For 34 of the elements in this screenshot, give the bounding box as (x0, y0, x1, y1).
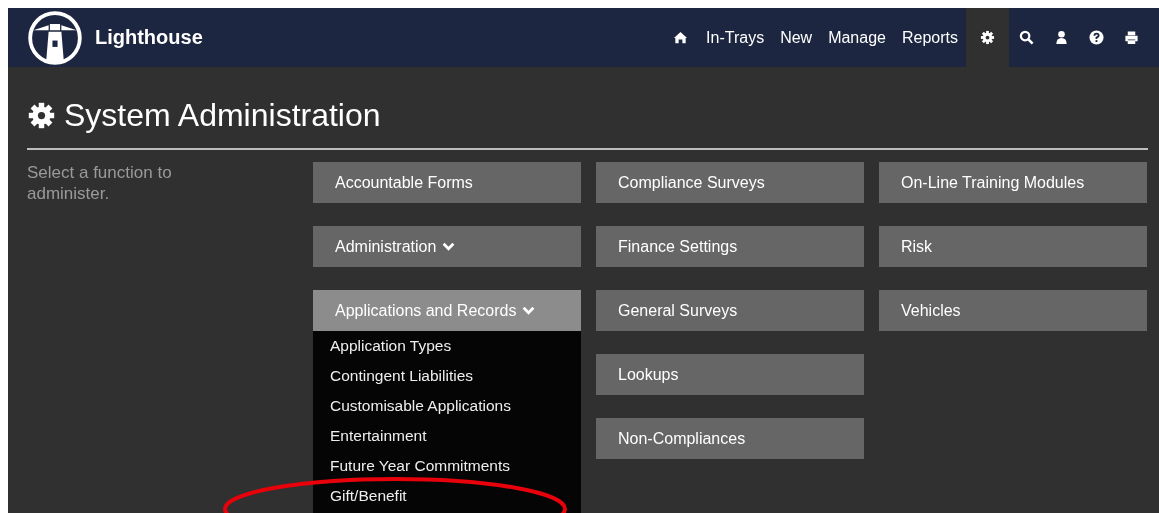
function-tile[interactable]: General Surveys (596, 290, 864, 331)
nav-link[interactable]: In-Trays (698, 8, 773, 67)
printer-icon (1124, 30, 1139, 45)
dropdown-tile[interactable]: Applications and Records (313, 290, 581, 331)
menu-item[interactable]: Contingent Liabilities (313, 365, 581, 395)
function-tile[interactable]: Vehicles (879, 290, 1147, 331)
nav-link[interactable]: Reports (893, 8, 966, 67)
function-tile[interactable]: Lookups (596, 354, 864, 395)
menu-item[interactable]: Gift/Benefit (313, 485, 581, 513)
function-tile[interactable]: Accountable Forms (313, 162, 581, 203)
intro-text: Select a function to administer. (27, 162, 173, 205)
settings-icon (980, 30, 995, 45)
help-icon (1089, 30, 1104, 45)
brand-name: Lighthouse (95, 26, 203, 49)
function-tile[interactable]: Finance Settings (596, 226, 864, 267)
function-tile[interactable]: On-Line Training Modules (879, 162, 1147, 203)
dropdown-tile[interactable]: Administration (313, 226, 581, 267)
menu-item[interactable]: Application Types (313, 335, 581, 365)
caret-icon (442, 242, 456, 251)
settings-icon (27, 101, 56, 130)
gear-nav-button[interactable] (966, 8, 1009, 67)
menu-item[interactable]: Entertainment (313, 425, 581, 455)
search-icon (1019, 30, 1034, 45)
nav-link[interactable]: Manage (820, 8, 894, 67)
menu-item[interactable]: Future Year Commitments (313, 455, 581, 485)
function-tile[interactable]: Compliance Surveys (596, 162, 864, 203)
user-icon (1054, 30, 1069, 45)
caret-icon (522, 306, 536, 315)
page-title: System Administration (64, 97, 381, 134)
function-tile[interactable]: Risk (879, 226, 1147, 267)
nav-link[interactable]: New (772, 8, 821, 67)
function-tile[interactable]: Non-Compliances (596, 418, 864, 459)
menu-item[interactable]: Customisable Applications (313, 395, 581, 425)
home-icon (673, 30, 689, 45)
